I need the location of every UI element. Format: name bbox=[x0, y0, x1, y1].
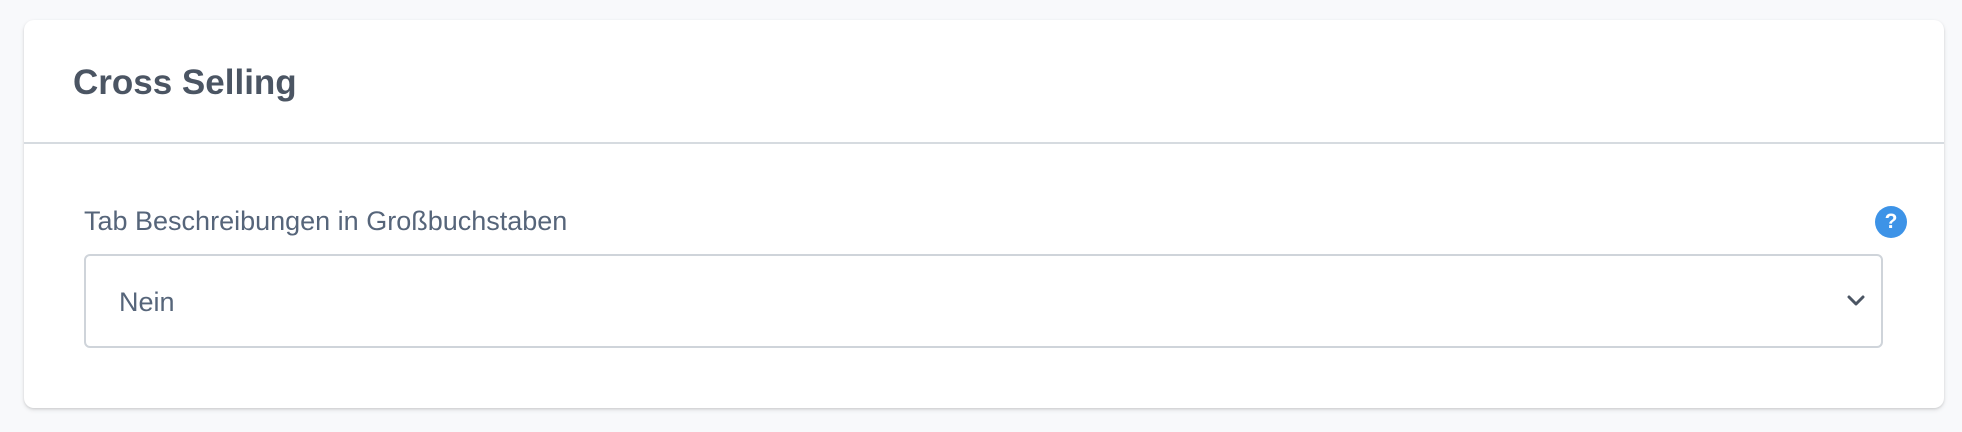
select-value: Nein bbox=[119, 287, 175, 317]
chevron-down-icon bbox=[1847, 295, 1865, 306]
field-label: Tab Beschreibungen in Großbuchstaben bbox=[84, 206, 568, 236]
help-icon[interactable]: ? bbox=[1875, 206, 1907, 238]
card-title: Cross Selling bbox=[73, 63, 297, 102]
uppercase-tab-descriptions-select[interactable]: Nein bbox=[84, 254, 1883, 348]
cross-selling-card: Cross Selling Tab Beschreibungen in Groß… bbox=[24, 20, 1944, 408]
card-header: Cross Selling bbox=[24, 20, 1944, 144]
